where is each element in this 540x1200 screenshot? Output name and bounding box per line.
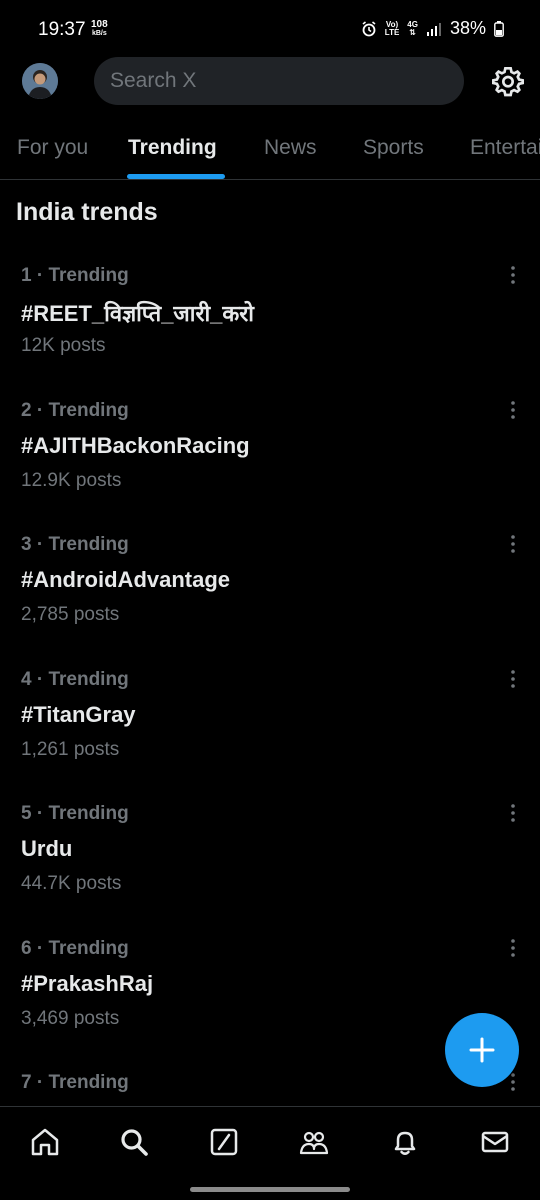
trend-name: #AJITHBackonRacing <box>21 433 250 458</box>
trend-name: #AndroidAdvantage <box>21 567 231 592</box>
bottom-navigation <box>0 1106 540 1200</box>
status-bar: 19:37 108 kB/s Vo) LTE 4G ⇅ 38% <box>0 0 540 60</box>
trend-meta: 3 · Trending <box>21 534 129 555</box>
trend-meta: 7 · Trending <box>21 1072 129 1093</box>
search-icon[interactable] <box>119 1127 149 1157</box>
trend-post-count: 1,261 posts <box>21 739 120 760</box>
tab-sports[interactable]: Sports <box>363 136 424 160</box>
profile-avatar[interactable] <box>22 63 58 99</box>
lte-label: LTE <box>384 27 400 37</box>
status-icons: Vo) LTE 4G ⇅ 38% <box>361 18 504 39</box>
more-options-icon[interactable] <box>505 937 521 959</box>
messages-icon[interactable] <box>480 1127 510 1157</box>
status-time: 19:37 <box>38 19 86 40</box>
network-speed-unit: kB/s <box>91 30 107 37</box>
trend-meta: 1 · Trending <box>21 265 129 286</box>
grok-icon[interactable] <box>209 1127 239 1157</box>
gesture-bar[interactable] <box>190 1187 350 1192</box>
trend-item[interactable]: 3 · Trending #AndroidAdvantage 2,785 pos… <box>0 519 540 653</box>
trend-post-count: 2,785 posts <box>21 604 120 625</box>
network-speed-value: 108 <box>91 19 108 30</box>
more-options-icon[interactable] <box>505 668 521 690</box>
home-icon[interactable] <box>30 1127 60 1157</box>
tab-for-you[interactable]: For you <box>17 136 88 160</box>
settings-gear-icon[interactable] <box>492 65 524 97</box>
trend-post-count: 12.9K posts <box>21 470 122 491</box>
signal-icon <box>426 22 441 36</box>
communities-icon[interactable] <box>299 1127 329 1157</box>
trend-item[interactable]: 2 · Trending #AJITHBackonRacing 12.9K po… <box>0 385 540 519</box>
trend-list: 1 · Trending #REET_विज्ञप्ति_जारी_करो 12… <box>0 250 540 1106</box>
trend-meta: 5 · Trending <box>21 803 129 824</box>
compose-post-button[interactable] <box>445 1013 519 1087</box>
data-indicator: 4G ⇅ <box>407 20 418 37</box>
trend-name: #TitanGray <box>21 702 136 727</box>
data-arrows-icon: ⇅ <box>409 27 416 37</box>
tab-news[interactable]: News <box>264 136 317 160</box>
more-options-icon[interactable] <box>505 533 521 555</box>
trend-item[interactable]: 5 · Trending Urdu 44.7K posts <box>0 788 540 922</box>
explore-tabs: For you Trending News Sports Entertainme… <box>0 118 540 180</box>
trend-post-count: 12K posts <box>21 335 106 356</box>
tab-trending[interactable]: Trending <box>128 136 217 160</box>
trend-post-count: 44.7K posts <box>21 873 122 894</box>
trend-meta: 6 · Trending <box>21 938 129 959</box>
section-title: India trends <box>16 198 158 226</box>
trend-name: #PrakashRaj <box>21 971 154 996</box>
trend-item[interactable]: 1 · Trending #REET_विज्ञप्ति_जारी_करो 12… <box>0 250 540 384</box>
trend-name: Urdu <box>21 836 73 861</box>
trend-name: #REET_विज्ञप्ति_जारी_करो <box>21 301 254 326</box>
trend-meta: 2 · Trending <box>21 400 129 421</box>
more-options-icon[interactable] <box>505 399 521 421</box>
trend-item[interactable]: 4 · Trending #TitanGray 1,261 posts <box>0 654 540 788</box>
network-speed: 108 kB/s <box>91 20 108 38</box>
search-input[interactable]: Search X <box>94 57 464 105</box>
battery-icon <box>494 20 504 37</box>
active-tab-indicator <box>127 174 225 179</box>
avatar-image <box>22 63 58 99</box>
trend-post-count: 3,469 posts <box>21 1008 120 1029</box>
volte-indicator: Vo) LTE <box>384 20 400 37</box>
plus-icon <box>469 1037 495 1063</box>
trend-meta: 4 · Trending <box>21 669 129 690</box>
battery-percent: 38% <box>449 18 486 38</box>
more-options-icon[interactable] <box>505 264 521 286</box>
tab-entertainment[interactable]: Entertainment <box>470 136 540 160</box>
alarm-icon <box>362 20 376 36</box>
search-placeholder: Search X <box>110 69 197 92</box>
notifications-icon[interactable] <box>390 1127 420 1157</box>
more-options-icon[interactable] <box>505 802 521 824</box>
